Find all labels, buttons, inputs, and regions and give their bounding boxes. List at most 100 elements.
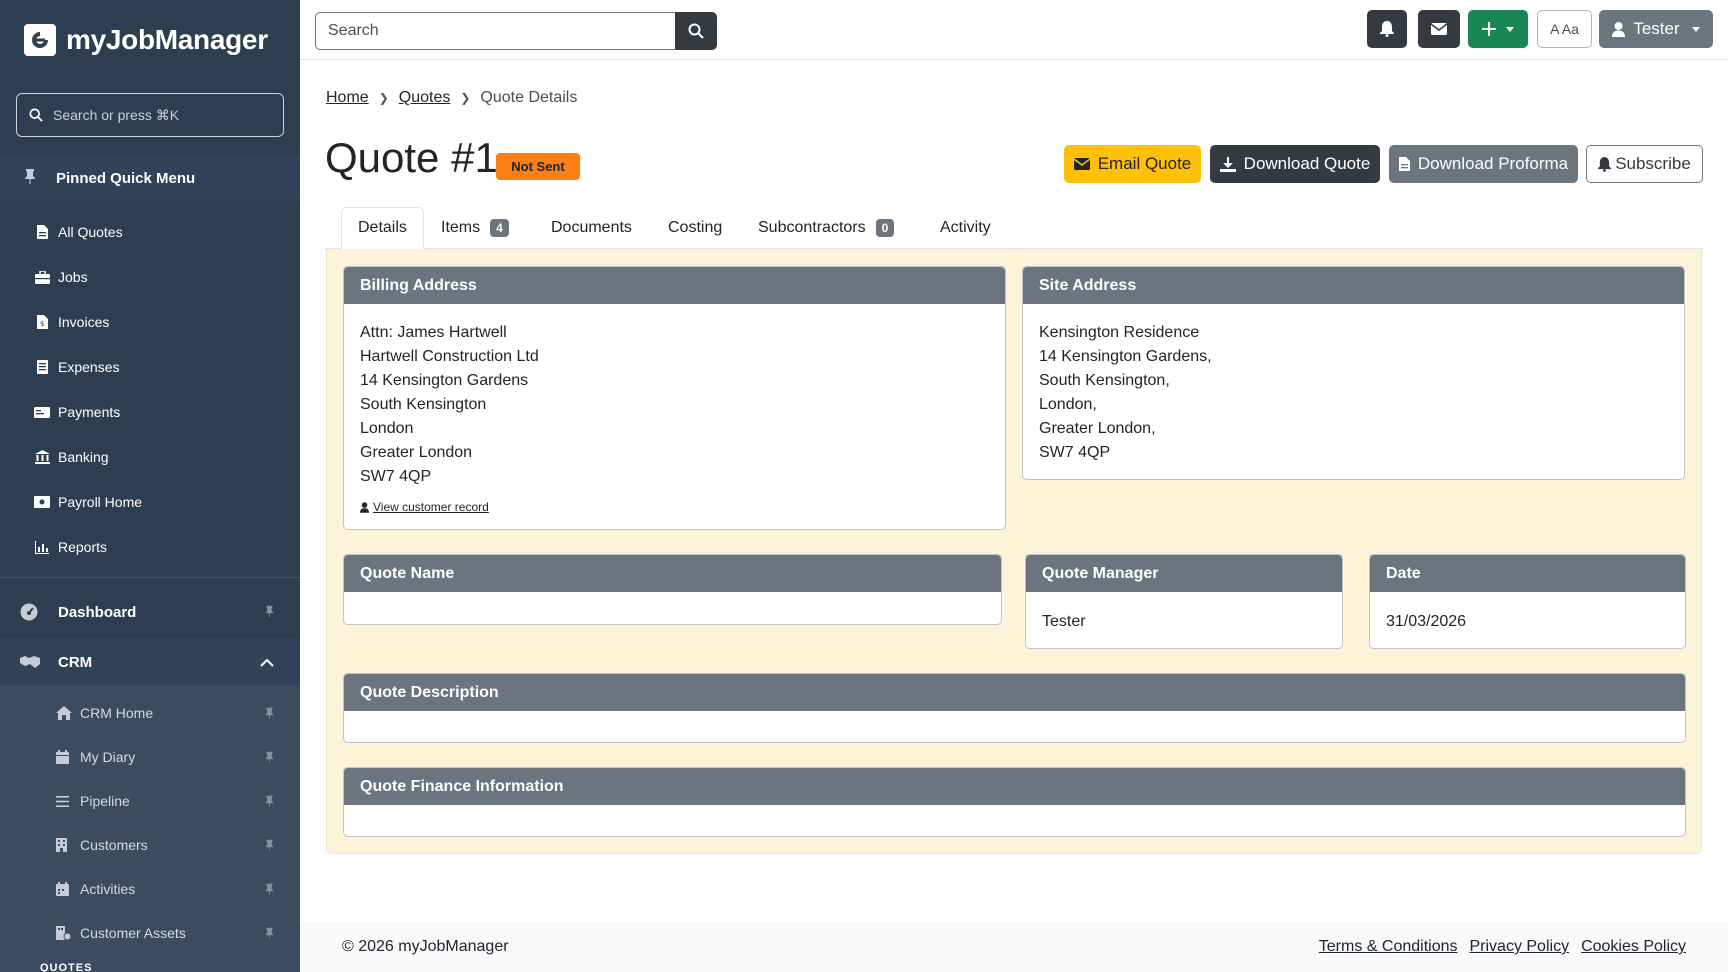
breadcrumb-current: Quote Details <box>480 89 578 106</box>
chevron-up-icon[interactable] <box>260 654 274 671</box>
user-icon <box>360 501 369 513</box>
tab-count-badge: 4 <box>490 219 509 237</box>
billing-line: London <box>360 420 414 437</box>
sidebar-item-label: Customer Assets <box>80 925 186 941</box>
billing-line: 14 Kensington Gardens <box>360 372 529 389</box>
plus-icon <box>1482 22 1496 36</box>
sidebar-item-payments[interactable]: Payments <box>0 392 300 432</box>
sidebar-search-input[interactable]: Search or press ⌘K <box>16 93 284 137</box>
sidebar-item-reports[interactable]: Reports <box>0 527 300 567</box>
site-line: London, <box>1039 396 1097 413</box>
sidebar-item-invoices[interactable]: $ Invoices <box>0 302 300 342</box>
card-heading: Quote Name <box>344 555 1001 592</box>
bank-icon <box>34 449 50 465</box>
sidebar-item-activities[interactable]: Activities <box>0 869 300 909</box>
download-proforma-label: Download Proforma <box>1417 154 1569 173</box>
pin-icon[interactable] <box>265 707 274 719</box>
subscribe-button[interactable]: Subscribe <box>1586 145 1703 183</box>
breadcrumb-quotes[interactable]: Quotes <box>399 89 451 107</box>
svg-text:$: $ <box>40 320 44 328</box>
site-address-card: Site Address Kensington Residence 14 Ken… <box>1022 266 1685 480</box>
sidebar-item-label: All Quotes <box>58 224 123 240</box>
pin-icon[interactable] <box>265 883 274 895</box>
sidebar-item-label: Payroll Home <box>58 494 143 510</box>
tab-documents[interactable]: Documents <box>551 207 632 249</box>
pin-icon[interactable] <box>265 839 274 851</box>
sidebar-item-my-diary[interactable]: My Diary <box>0 737 300 777</box>
sidebar-item-expenses[interactable]: Expenses <box>0 347 300 387</box>
download-icon <box>1219 156 1236 172</box>
pinned-quick-menu-heading[interactable]: Pinned Quick Menu <box>0 155 300 201</box>
billing-line: Attn: James Hartwell <box>360 324 507 341</box>
sidebar-item-payroll-home[interactable]: Payroll Home <box>0 482 300 522</box>
card-heading: Quote Manager <box>1026 555 1342 592</box>
terms-link[interactable]: Terms & Conditions <box>1319 938 1458 956</box>
sidebar-group-crm[interactable]: CRM <box>0 638 300 686</box>
footer-links: Terms & Conditions Privacy Policy Cookie… <box>1319 938 1686 956</box>
caret-down-icon <box>1691 26 1700 32</box>
notifications-button[interactable] <box>1367 10 1407 48</box>
site-line: 14 Kensington Gardens, <box>1039 348 1212 365</box>
cookies-link[interactable]: Cookies Policy <box>1581 938 1686 956</box>
tab-items[interactable]: Items 4 <box>441 207 509 249</box>
card-heading: Date <box>1370 555 1685 592</box>
search-input[interactable]: Search <box>315 12 675 50</box>
brand[interactable]: myJobManager <box>0 0 300 80</box>
details-panel: Billing Address Attn: James Hartwell Har… <box>326 249 1702 854</box>
view-customer-record-link[interactable]: View customer record <box>373 495 489 519</box>
chevron-right-icon: ❯ <box>378 91 389 105</box>
sidebar-item-customer-assets[interactable]: Customer Assets <box>0 913 300 953</box>
breadcrumb: Home ❯ Quotes ❯ Quote Details <box>326 89 577 107</box>
handshake-icon <box>20 655 40 669</box>
tab-costing[interactable]: Costing <box>668 207 722 249</box>
sidebar-item-label: Activities <box>80 881 136 897</box>
sidebar: myJobManager Search or press ⌘K Pinned Q… <box>0 0 300 972</box>
money-icon <box>34 404 50 420</box>
sidebar-item-label: CRM Home <box>80 705 154 721</box>
receipt-icon <box>34 359 50 375</box>
search-button[interactable] <box>675 12 717 50</box>
sidebar-item-label: Jobs <box>58 269 88 285</box>
billing-line: SW7 4QP <box>360 468 432 485</box>
footer: © 2026 myJobManager Terms & Conditions P… <box>300 922 1728 972</box>
pin-icon[interactable] <box>265 604 274 621</box>
pin-icon[interactable] <box>265 795 274 807</box>
add-new-button[interactable] <box>1468 10 1528 48</box>
pin-icon[interactable] <box>265 751 274 763</box>
sidebar-item-banking[interactable]: Banking <box>0 437 300 477</box>
quote-finance-card: Quote Finance Information <box>343 767 1686 837</box>
envelope-icon <box>1073 158 1090 170</box>
breadcrumb-home[interactable]: Home <box>326 89 369 107</box>
email-quote-button[interactable]: Email Quote <box>1064 145 1201 183</box>
sidebar-item-jobs[interactable]: Jobs <box>0 257 300 297</box>
bars-icon <box>56 795 72 807</box>
download-proforma-button[interactable]: Download Proforma <box>1389 145 1578 183</box>
tab-subcontractors[interactable]: Subcontractors 0 <box>758 207 895 249</box>
user-menu-button[interactable]: Tester <box>1599 10 1713 48</box>
sidebar-item-label: Payments <box>58 404 121 420</box>
sidebar-group-dashboard[interactable]: Dashboard <box>0 588 300 636</box>
sidebar-item-crm-home[interactable]: CRM Home <box>0 693 300 733</box>
pin-icon[interactable] <box>265 927 274 939</box>
sidebar-item-customers[interactable]: Customers <box>0 825 300 865</box>
messages-button[interactable] <box>1418 10 1460 48</box>
tab-details[interactable]: Details <box>341 207 424 249</box>
sidebar-item-pipeline[interactable]: Pipeline <box>0 781 300 821</box>
pinned-quick-menu-label: Pinned Quick Menu <box>56 169 196 187</box>
tab-label: Details <box>358 219 407 236</box>
tab-label: Subcontractors <box>758 219 866 236</box>
date-card: Date 31/03/2026 <box>1369 554 1686 649</box>
download-quote-button[interactable]: Download Quote <box>1210 145 1380 183</box>
tab-label: Documents <box>551 219 632 236</box>
sidebar-item-all-quotes[interactable]: All Quotes <box>0 212 300 252</box>
status-badge: Not Sent <box>496 153 580 180</box>
footer-copyright: © 2026 myJobManager <box>342 938 509 955</box>
cash-icon <box>34 494 50 510</box>
tab-activity[interactable]: Activity <box>940 207 991 249</box>
privacy-link[interactable]: Privacy Policy <box>1469 938 1569 956</box>
quote-description-value <box>344 711 1685 742</box>
subscribe-label: Subscribe <box>1615 154 1691 173</box>
chevron-right-icon: ❯ <box>460 91 471 105</box>
tab-label: Costing <box>668 219 723 236</box>
font-size-toggle[interactable]: A Aa <box>1537 10 1592 48</box>
